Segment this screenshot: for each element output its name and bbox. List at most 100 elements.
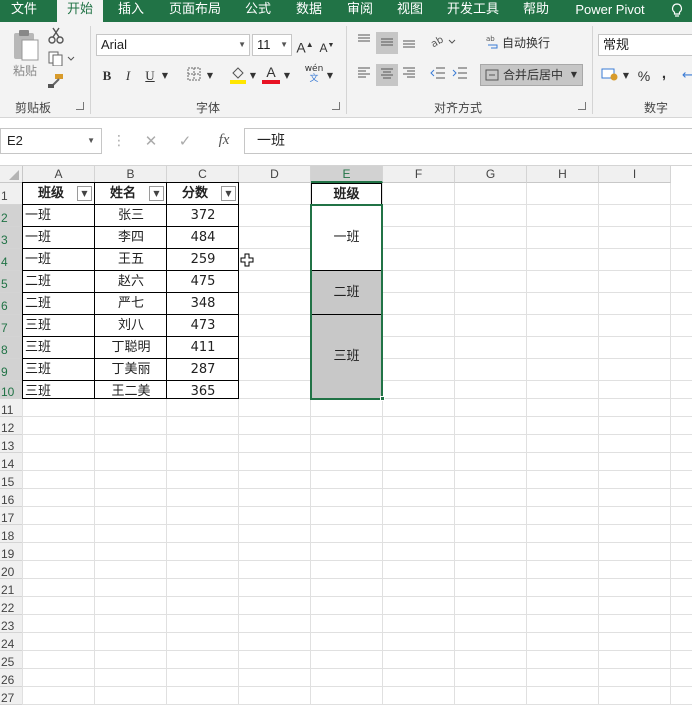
filter-dropdown-button[interactable]: ▼: [149, 186, 164, 201]
row-header-23[interactable]: 23: [0, 615, 23, 633]
select-all-button[interactable]: [0, 166, 23, 183]
row-header-19[interactable]: 19: [0, 543, 23, 561]
row-header-21[interactable]: 21: [0, 579, 23, 597]
table-cell[interactable]: 一班: [23, 249, 95, 271]
table-cell[interactable]: 严七: [95, 293, 167, 315]
table-cell[interactable]: 259: [167, 249, 239, 271]
tab-help[interactable]: 帮助: [516, 0, 556, 22]
increase-indent-icon[interactable]: [451, 67, 469, 85]
fill-color-icon[interactable]: [228, 65, 248, 91]
tab-file[interactable]: 文件: [0, 0, 48, 22]
tab-review[interactable]: 审阅: [340, 0, 380, 22]
column-header-b[interactable]: B: [95, 166, 167, 183]
align-top-icon[interactable]: [355, 34, 373, 52]
decrease-indent-icon[interactable]: [429, 67, 447, 85]
more-options-icon[interactable]: ⋮: [112, 132, 126, 150]
insert-function-icon[interactable]: fx: [213, 131, 235, 149]
align-bottom-icon[interactable]: [400, 36, 418, 54]
row-header-26[interactable]: 26: [0, 669, 23, 687]
format-painter-icon[interactable]: [46, 73, 66, 95]
tab-view[interactable]: 视图: [390, 0, 430, 22]
align-center-icon[interactable]: [376, 64, 398, 86]
align-left-icon[interactable]: [355, 67, 373, 85]
tab-power-pivot[interactable]: Power Pivot: [570, 0, 650, 22]
formula-input[interactable]: 一班: [244, 128, 692, 154]
percent-style-button[interactable]: %: [636, 67, 652, 85]
orientation-icon[interactable]: ab: [429, 34, 458, 54]
cut-icon[interactable]: [46, 27, 66, 51]
merged-header-cell[interactable]: 班级: [311, 183, 382, 205]
filter-dropdown-button[interactable]: ▼: [77, 186, 92, 201]
row-header-27[interactable]: 27: [0, 687, 23, 705]
column-header-c[interactable]: C: [167, 166, 239, 183]
clipboard-launcher-icon[interactable]: [76, 102, 84, 110]
row-header-25[interactable]: 25: [0, 651, 23, 669]
row-header-10[interactable]: 10: [0, 381, 23, 399]
accounting-format-icon[interactable]: [600, 67, 620, 87]
merged-class-cell[interactable]: 一班: [311, 205, 382, 271]
column-header-f[interactable]: F: [383, 166, 455, 183]
table-cell[interactable]: 411: [167, 337, 239, 359]
chevron-down-icon[interactable]: ▼: [621, 67, 631, 85]
column-header-a[interactable]: A: [23, 166, 95, 183]
row-header-6[interactable]: 6: [0, 293, 23, 315]
row-header-11[interactable]: 11: [0, 399, 23, 417]
table-cell[interactable]: 王五: [95, 249, 167, 271]
font-size-select[interactable]: 11 ▼: [252, 34, 292, 56]
row-header-15[interactable]: 15: [0, 471, 23, 489]
table-cell[interactable]: 刘八: [95, 315, 167, 337]
row-header-2[interactable]: 2: [0, 205, 23, 227]
wrap-text-label[interactable]: 自动换行: [502, 34, 556, 52]
enter-check-icon[interactable]: ✓: [176, 132, 194, 150]
table-cell[interactable]: 475: [167, 271, 239, 293]
row-header-1[interactable]: 1: [0, 183, 23, 205]
table-cell[interactable]: 李四: [95, 227, 167, 249]
table-cell[interactable]: 365: [167, 381, 239, 399]
merged-class-cell[interactable]: 二班: [311, 271, 382, 315]
decrease-font-size-icon[interactable]: A▼: [318, 37, 336, 57]
font-name-select[interactable]: Arial ▼: [96, 34, 250, 56]
table-header-cell[interactable]: 姓名: [95, 183, 151, 205]
align-right-icon[interactable]: [400, 67, 418, 85]
fill-handle[interactable]: [380, 396, 385, 401]
chevron-down-icon[interactable]: ▼: [282, 67, 292, 85]
table-cell[interactable]: 赵六: [95, 271, 167, 293]
row-header-4[interactable]: 4: [0, 249, 23, 271]
table-cell[interactable]: 二班: [23, 293, 95, 315]
row-header-7[interactable]: 7: [0, 315, 23, 337]
cancel-icon[interactable]: ✕: [142, 132, 160, 150]
tab-page-layout[interactable]: 页面布局: [162, 0, 228, 22]
tab-formulas[interactable]: 公式: [238, 0, 278, 22]
row-header-20[interactable]: 20: [0, 561, 23, 579]
table-cell[interactable]: 张三: [95, 205, 167, 227]
table-cell[interactable]: 三班: [23, 315, 95, 337]
table-cell[interactable]: 二班: [23, 271, 95, 293]
table-cell[interactable]: 372: [167, 205, 239, 227]
row-header-16[interactable]: 16: [0, 489, 23, 507]
align-middle-icon[interactable]: [376, 32, 398, 54]
row-header-17[interactable]: 17: [0, 507, 23, 525]
row-header-9[interactable]: 9: [0, 359, 23, 381]
chevron-down-icon[interactable]: ▼: [325, 67, 335, 85]
row-header-8[interactable]: 8: [0, 337, 23, 359]
comma-style-button[interactable]: ,: [658, 65, 670, 83]
filter-dropdown-button[interactable]: ▼: [221, 186, 236, 201]
chevron-down-icon[interactable]: ▼: [205, 67, 215, 85]
row-header-22[interactable]: 22: [0, 597, 23, 615]
row-header-14[interactable]: 14: [0, 453, 23, 471]
phonetic-guide-icon[interactable]: wén 文: [304, 64, 324, 84]
increase-font-size-icon[interactable]: A▲: [296, 36, 314, 57]
row-header-3[interactable]: 3: [0, 227, 23, 249]
number-format-select[interactable]: 常规: [598, 34, 692, 56]
column-header-i[interactable]: I: [599, 166, 671, 183]
row-header-5[interactable]: 5: [0, 271, 23, 293]
spreadsheet-grid[interactable]: A B C D E F G H I 1 2 3 4 5 6 7 8 9 10 11 12 13 14 15 16 17 18 19 20…: [0, 166, 692, 705]
table-cell[interactable]: 一班: [23, 205, 95, 227]
bold-button[interactable]: B: [100, 67, 114, 85]
increase-decimal-icon[interactable]: ←: [682, 67, 692, 85]
tab-home[interactable]: 开始: [57, 0, 103, 22]
table-header-cell[interactable]: 班级: [23, 183, 79, 205]
table-cell[interactable]: 丁美丽: [95, 359, 167, 381]
row-header-13[interactable]: 13: [0, 435, 23, 453]
column-header-e[interactable]: E: [311, 166, 383, 183]
